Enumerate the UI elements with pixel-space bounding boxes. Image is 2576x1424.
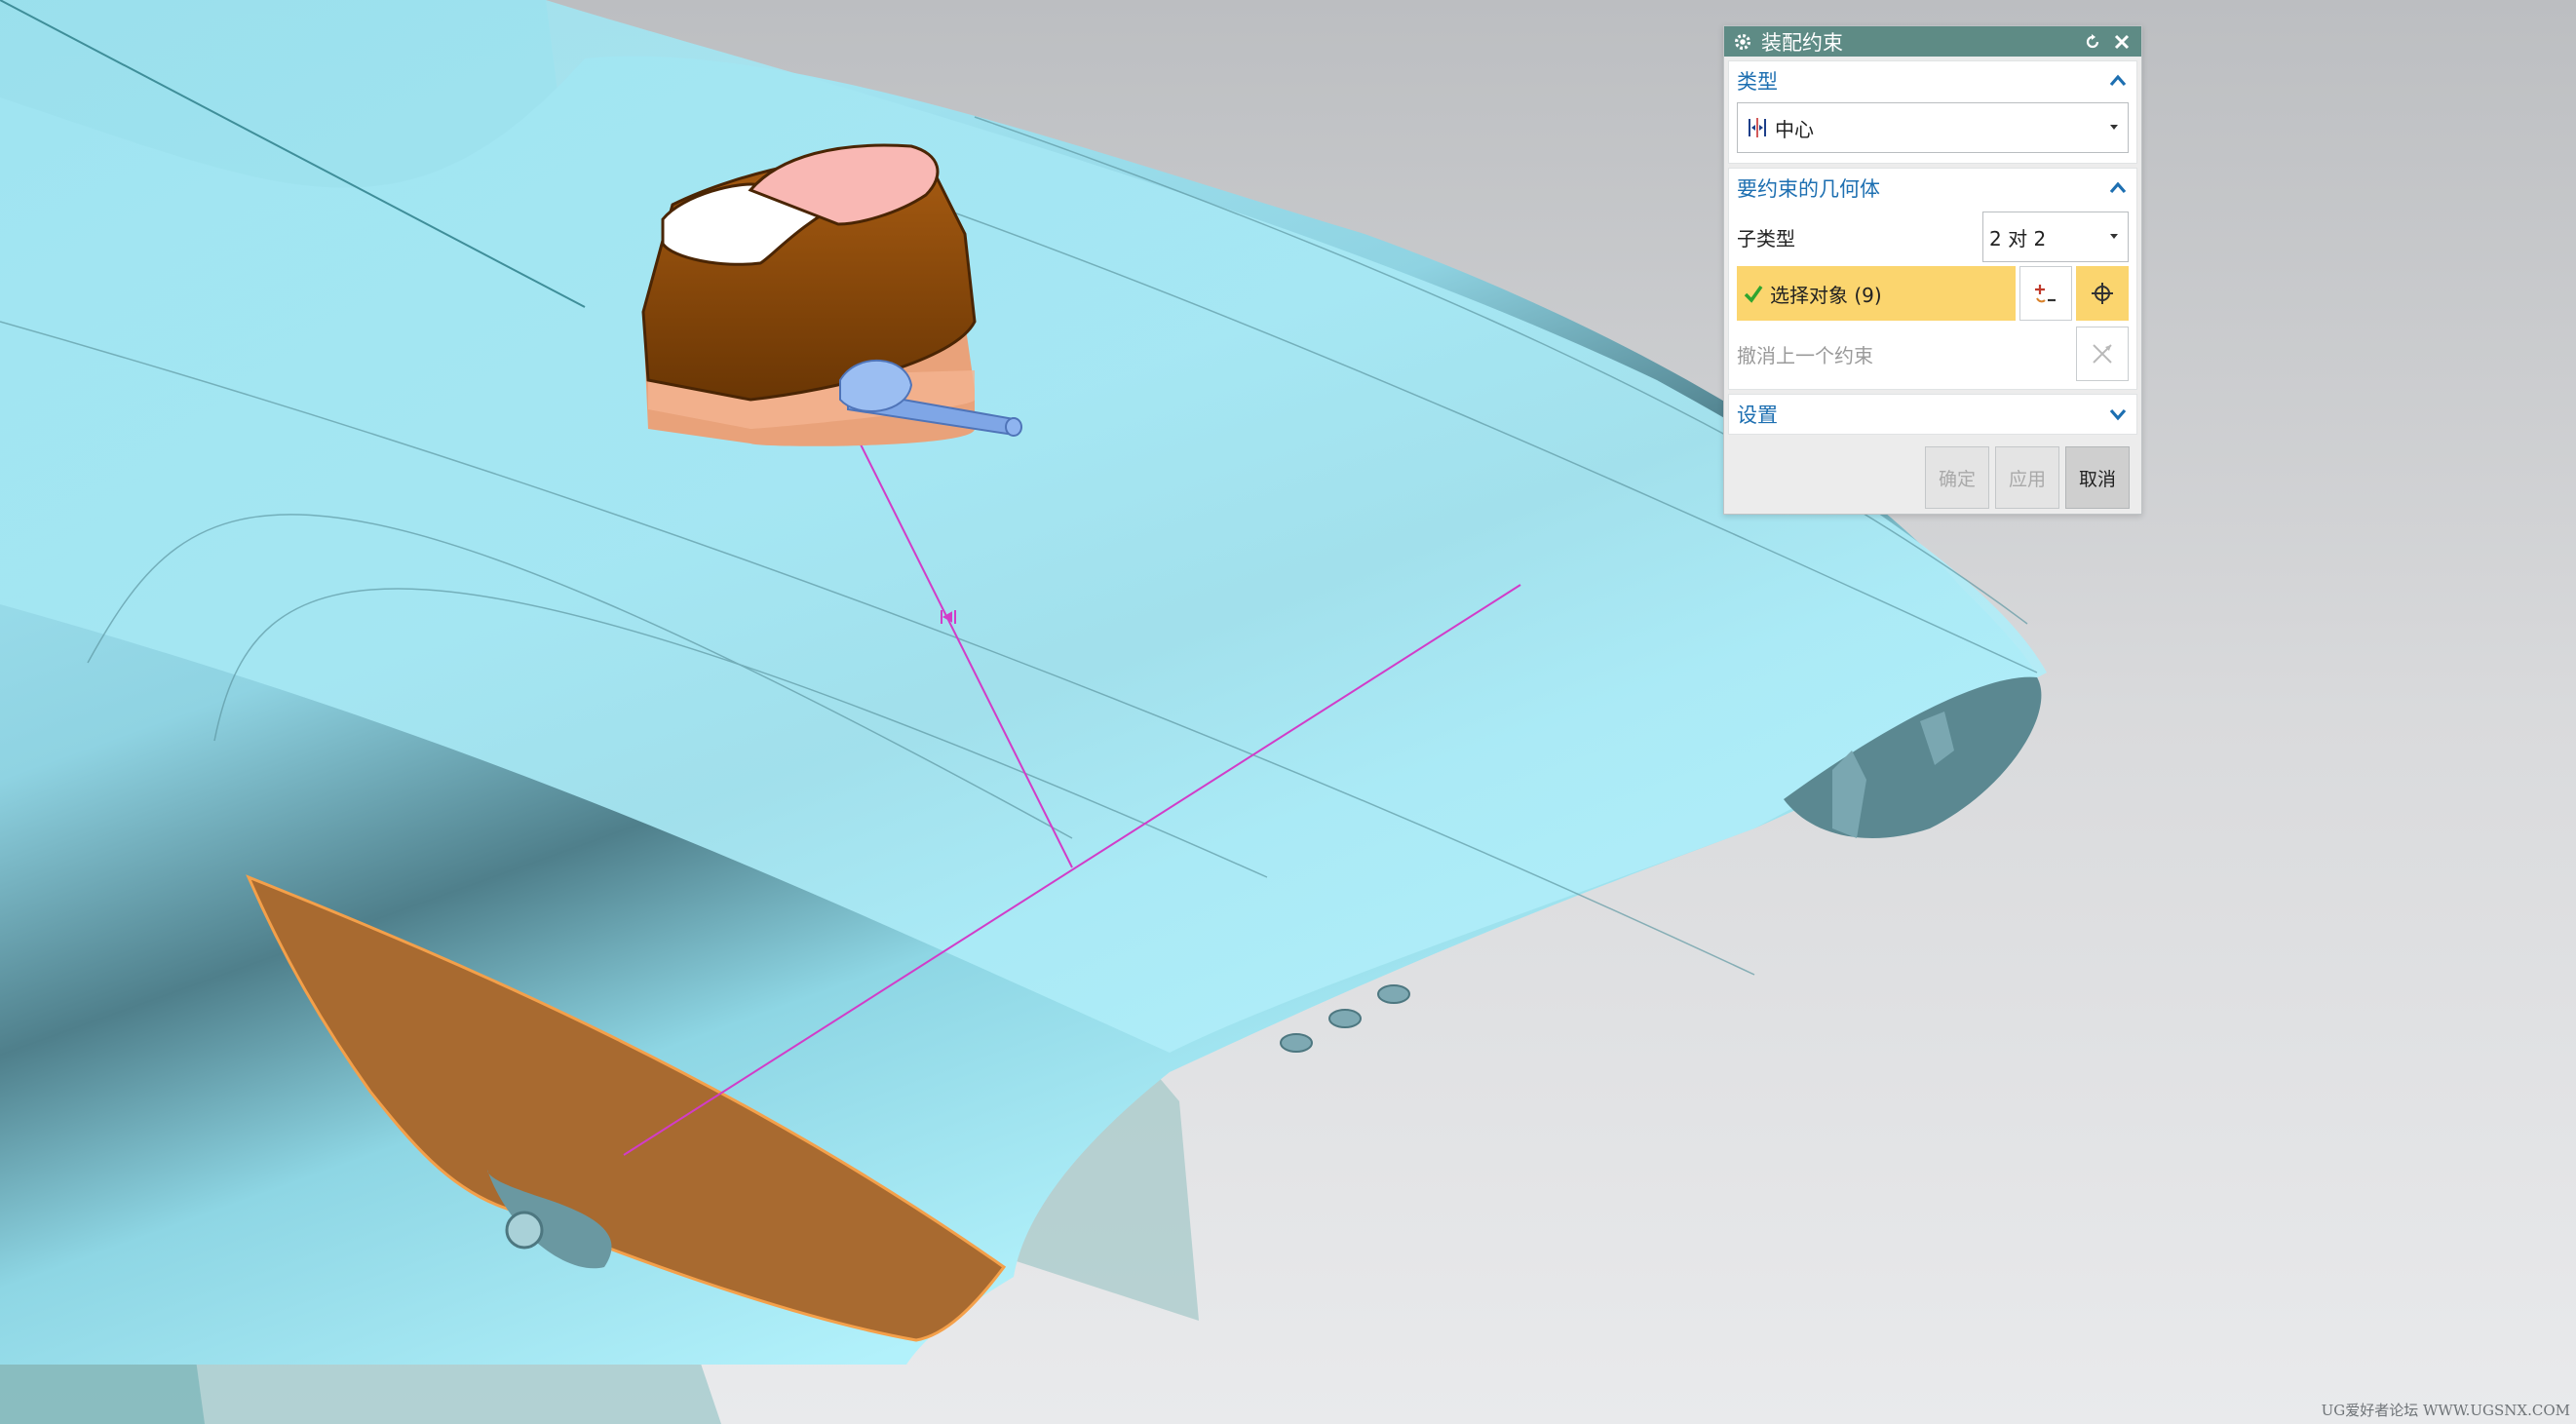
dialog-titlebar[interactable]: 装配约束 [1724,26,2141,57]
subtype-label: 子类型 [1737,226,1795,250]
subtype-select[interactable]: 2 对 2 [1982,212,2129,262]
apply-button[interactable]: 应用 [1995,446,2059,509]
gear-icon [1734,33,1751,50]
reset-button[interactable] [2081,30,2104,54]
point-dialog-button[interactable] [2076,266,2129,321]
watermark: UG爱好者论坛 WWW.UGSNX.COM [2321,1402,2570,1419]
geometry-section-header[interactable]: 要约束的几何体 [1729,169,2136,208]
ok-button[interactable]: 确定 [1925,446,1989,509]
cancel-button[interactable]: 取消 [2065,446,2130,509]
select-objects-field[interactable]: 选择对象 (9) [1737,266,2016,321]
checkmark-icon [1744,285,1763,303]
undo-constraint-icon [2093,344,2112,364]
chevron-up-icon [2109,74,2127,87]
assembly-constraint-dialog: 装配约束 类型 中心 要约束的几何体 子类型 2 对 2 选择对象 (9) 撤消… [1723,25,2142,515]
settings-section-title: 设置 [1737,404,1778,427]
subtype-value: 2 对 2 [1989,226,2047,250]
settings-section-header[interactable]: 设置 [1729,395,2136,434]
dropdown-arrow-icon [2110,234,2118,239]
chevron-up-icon [2109,181,2127,194]
chevron-down-icon [2109,408,2127,421]
model-viewport[interactable] [0,0,2576,1424]
center-constraint-icon [1749,118,1766,137]
undo-last-constraint-label: 撤消上一个约束 [1737,343,1873,367]
select-objects-label: 选择对象 (9) [1770,283,1882,307]
dialog-title: 装配约束 [1761,30,1843,55]
geometry-section: 要约束的几何体 子类型 2 对 2 选择对象 (9) 撤消上一个约束 [1728,168,2137,390]
reset-icon [2086,33,2099,48]
constraint-type-value: 中心 [1775,117,1814,141]
close-button[interactable] [2110,30,2134,54]
type-section: 类型 中心 [1728,60,2137,164]
geometry-section-title: 要约束的几何体 [1737,177,1880,201]
crosshair-icon [2092,283,2113,304]
constraint-type-select[interactable]: 中心 [1737,102,2129,153]
type-section-title: 类型 [1737,70,1778,94]
dropdown-arrow-icon [2110,125,2118,130]
undo-last-constraint-button[interactable] [2076,327,2129,381]
close-icon [2114,34,2130,49]
settings-section: 设置 [1728,394,2137,435]
reverse-direction-button[interactable] [2019,266,2072,321]
plus-minus-icon [2035,285,2056,303]
dialog-footer: 确定 应用 取消 [1724,442,2141,514]
type-section-header[interactable]: 类型 [1729,61,2136,100]
